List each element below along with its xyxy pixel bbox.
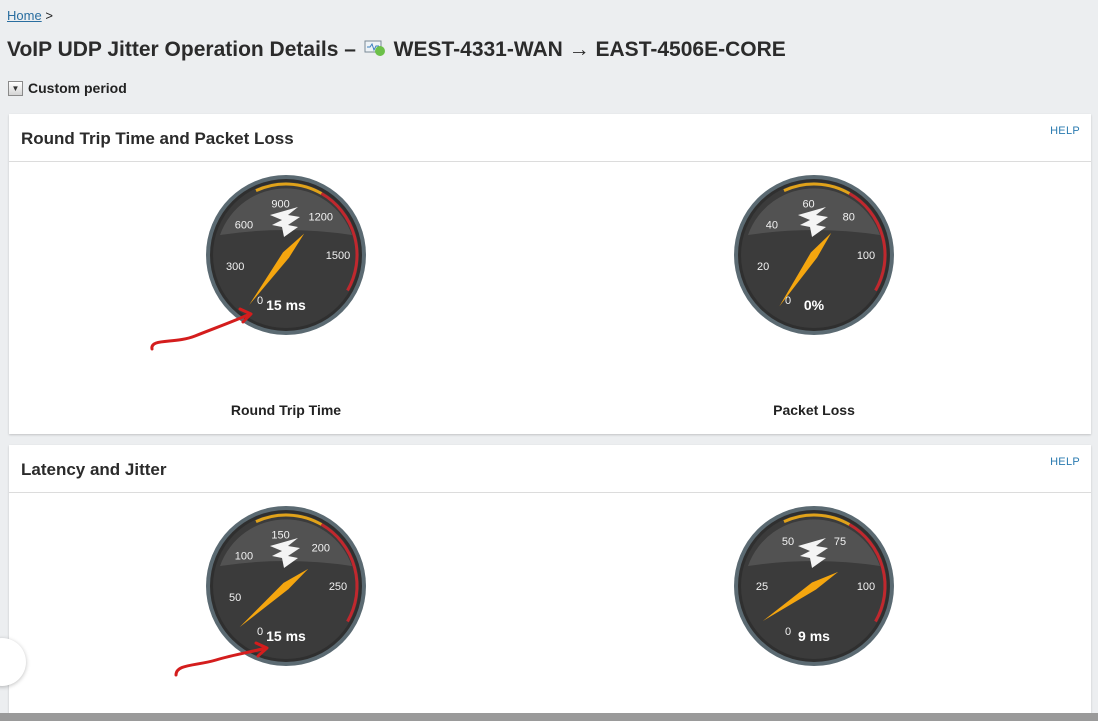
gauge-readout: 15 ms — [266, 628, 306, 644]
gauge-tick-label: 0 — [257, 626, 263, 638]
page-title-route: WEST-4331-WAN → EAST-4506E-CORE — [393, 38, 786, 61]
gauge-dial: 0 25 50 75 100 9 ms — [734, 506, 894, 666]
gauge-dial: 0 50 100 150 200 250 15 ms — [206, 506, 366, 666]
page-title-prefix: VoIP UDP Jitter Operation Details – — [7, 38, 356, 61]
round-trip-time-label: Round Trip Time — [230, 402, 342, 418]
gauge-tick-label: 600 — [235, 219, 253, 231]
gauge-tick-label: 200 — [312, 542, 330, 554]
gauge-readout: 15 ms — [266, 297, 306, 313]
breadcrumb: Home > — [7, 8, 53, 23]
gauge-tick-label: 40 — [766, 219, 778, 231]
jitter-gauge: 0 25 50 75 100 9 ms — [732, 504, 896, 668]
latency-gauge: 0 50 100 150 200 250 15 ms — [204, 504, 368, 668]
gauge-tick-label: 0 — [785, 626, 791, 638]
gauge-dial: 0204060801000% — [734, 175, 894, 335]
packet-loss-label: Packet Loss — [773, 402, 855, 418]
gauge-tick-label: 80 — [843, 211, 855, 223]
gauge-tick-label: 300 — [226, 261, 244, 273]
horizontal-scrollbar[interactable] — [0, 713, 1098, 721]
gauge-tick-label: 250 — [329, 581, 347, 593]
round-trip-time-gauge: 0 300 600 900 1200 1500 15 ms — [204, 173, 368, 337]
gauge-tick-label: 0 — [257, 295, 263, 307]
breadcrumb-separator: > — [45, 8, 53, 23]
gauge-tick-label: 1500 — [326, 250, 350, 262]
gauge-tick-label: 50 — [229, 592, 241, 604]
page-title: VoIP UDP Jitter Operation Details – WEST… — [7, 38, 786, 62]
gauge-tick-label: 20 — [757, 261, 769, 273]
gauge-readout: 9 ms — [798, 628, 830, 644]
panel-latency-jitter: Latency and Jitter HELP 0 50 100 150 200 250 1… — [9, 445, 1091, 713]
gauge-tick-label: 60 — [802, 198, 814, 210]
panel-rtt-packet-loss: Round Trip Time and Packet Loss HELP 0 30… — [9, 114, 1091, 434]
gauge-tick-label: 100 — [857, 250, 875, 262]
custom-period-label: Custom period — [28, 80, 127, 96]
help-link[interactable]: HELP — [1050, 125, 1080, 137]
gauge-tick-label: 100 — [857, 581, 875, 593]
gauge-tick-label: 75 — [834, 536, 846, 548]
gauge-tick-label: 900 — [271, 198, 289, 210]
gauge-dial: 0 300 600 900 1200 1500 15 ms — [206, 175, 366, 335]
panel-title: Latency and Jitter — [21, 460, 167, 479]
gauge-tick-label: 1200 — [309, 211, 333, 223]
custom-period-toggle[interactable]: ▼ Custom period — [8, 80, 127, 96]
gauge-tick-label: 100 — [235, 550, 253, 562]
expand-arrow-icon[interactable]: ▼ — [8, 80, 23, 96]
gauge-tick-label: 50 — [782, 536, 794, 548]
breadcrumb-home-link[interactable]: Home — [7, 8, 42, 23]
help-link[interactable]: HELP — [1050, 456, 1080, 468]
gauge-tick-label: 25 — [756, 581, 768, 593]
gauge-tick-label: 150 — [271, 529, 289, 541]
packet-loss-gauge: 0 20 40 60 80 100 0% — [732, 173, 896, 337]
panel-title: Round Trip Time and Packet Loss — [21, 129, 294, 148]
node-status-icon — [364, 39, 386, 56]
panel-header: Latency and Jitter HELP — [9, 445, 1091, 493]
panel-header: Round Trip Time and Packet Loss HELP — [9, 114, 1091, 162]
gauge-readout: 0% — [804, 297, 825, 313]
